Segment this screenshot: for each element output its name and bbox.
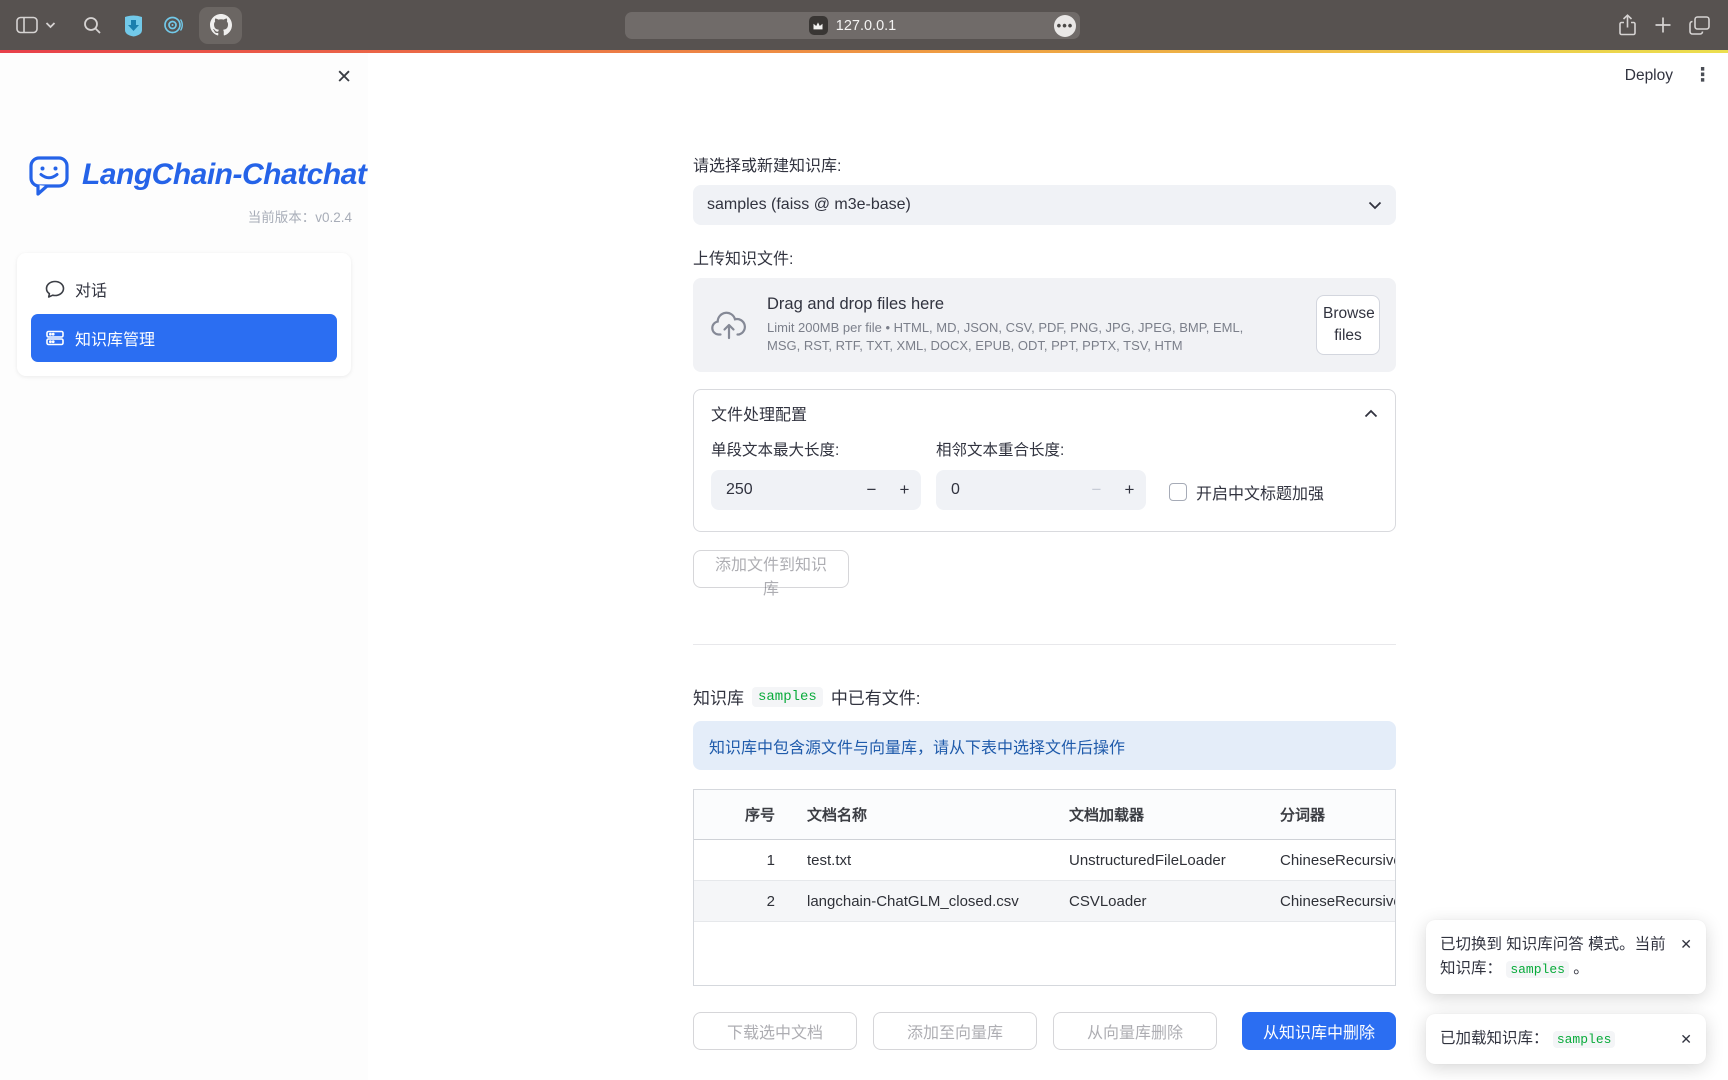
dropzone-limit-text: Limit 200MB per file • HTML, MD, JSON, C… <box>767 319 1272 354</box>
zh-title-enhance-label: 开启中文标题加强 <box>1196 480 1324 504</box>
files-table: 序号 文档名称 文档加载器 分词器 1 test.txt Unstructure… <box>693 789 1396 986</box>
download-selected-button[interactable]: 下载选中文档 <box>693 1012 857 1050</box>
sidebar-toggle-icon[interactable] <box>16 16 38 34</box>
cell-splitter: ChineseRecursiveText <box>1264 852 1395 869</box>
overlap-size-value: 0 <box>936 481 1080 499</box>
site-favicon-icon <box>809 16 828 35</box>
chunk-plus-button[interactable]: + <box>888 480 921 500</box>
zh-title-enhance-checkbox[interactable] <box>1169 483 1187 501</box>
pinned-tab-download-icon[interactable] <box>123 14 144 37</box>
expander-title: 文件处理配置 <box>711 401 807 425</box>
add-to-vectorstore-button[interactable]: 添加至向量库 <box>873 1012 1037 1050</box>
chunk-size-label: 单段文本最大长度: <box>711 438 921 460</box>
cell-splitter: ChineseRecursiveText <box>1264 893 1395 910</box>
sidebar-item-dialogue[interactable]: 对话 <box>31 267 337 311</box>
github-pinned-tab[interactable] <box>199 7 242 44</box>
chat-bubble-icon <box>45 279 65 299</box>
sidebar-close-icon[interactable]: ✕ <box>336 68 352 87</box>
cell-docname: test.txt <box>791 852 1053 869</box>
table-row[interactable]: 1 test.txt UnstructuredFileLoader Chines… <box>694 840 1395 881</box>
search-icon[interactable] <box>83 16 102 35</box>
info-banner: 知识库中包含源文件与向量库，请从下表中选择文件后操作 <box>693 721 1396 770</box>
chunk-minus-button[interactable]: − <box>855 480 888 500</box>
cell-index: 1 <box>694 852 791 869</box>
url-text: 127.0.0.1 <box>836 18 896 34</box>
kb-select-value: samples (faiss @ m3e-base) <box>707 196 911 214</box>
toast-text: 已加载知识库： <box>1440 1030 1549 1047</box>
toast-text-suffix: 。 <box>1573 960 1589 977</box>
browser-toolbar: 127.0.0.1 ••• <box>0 0 1728 50</box>
col-header-splitter[interactable]: 分词器 <box>1264 804 1395 825</box>
select-chevron-down-icon <box>1368 201 1382 210</box>
dropzone-title: Drag and drop files here <box>767 295 1316 314</box>
overlap-plus-button[interactable]: + <box>1113 480 1146 500</box>
toast-close-icon[interactable]: ✕ <box>1680 1028 1692 1050</box>
sidebar: ✕ LangChain-Chatchat 当前版本：v0.2.4 <box>0 53 368 1080</box>
table-header-row: 序号 文档名称 文档加载器 分词器 <box>694 790 1395 840</box>
file-dropzone[interactable]: Drag and drop files here Limit 200MB per… <box>693 278 1396 372</box>
cell-loader: CSVLoader <box>1053 893 1264 910</box>
address-bar[interactable]: 127.0.0.1 ••• <box>625 12 1080 39</box>
deploy-button[interactable]: Deploy <box>1625 67 1673 85</box>
files-heading: 知识库 samples 中已有文件: <box>693 684 1396 709</box>
kb-name-chip: samples <box>752 687 823 707</box>
table-row[interactable]: 2 langchain-ChatGLM_closed.csv CSVLoader… <box>694 881 1395 922</box>
sidebar-nav: 对话 知识库管理 <box>17 253 351 376</box>
col-header-docname[interactable]: 文档名称 <box>791 804 1053 825</box>
database-icon <box>45 328 65 348</box>
pinned-tab-circles-icon[interactable] <box>163 14 185 36</box>
chunk-size-input[interactable]: 250 − + <box>711 470 921 510</box>
files-heading-prefix: 知识库 <box>693 684 744 709</box>
file-config-expander: 文件处理配置 单段文本最大长度: 250 − + <box>693 389 1396 532</box>
cloud-upload-icon <box>711 310 747 340</box>
toast-close-icon[interactable]: ✕ <box>1680 933 1692 981</box>
toast-kb-name-chip: samples <box>1553 1031 1616 1048</box>
expander-header[interactable]: 文件处理配置 <box>694 390 1395 436</box>
overlap-minus-button[interactable]: − <box>1080 480 1113 500</box>
toast-mode-switched: 已切换到 知识库问答 模式。当前知识库： samples 。 ✕ <box>1426 920 1706 994</box>
chunk-size-value: 250 <box>711 481 855 499</box>
logo-text: LangChain-Chatchat <box>82 158 366 192</box>
files-heading-suffix: 中已有文件: <box>831 684 921 709</box>
new-tab-icon[interactable] <box>1654 16 1672 34</box>
toast-kb-loaded: 已加载知识库： samples ✕ <box>1426 1014 1706 1064</box>
upload-label: 上传知识文件: <box>693 245 1396 269</box>
sidebar-item-knowledge-base[interactable]: 知识库管理 <box>31 314 337 362</box>
cell-loader: UnstructuredFileLoader <box>1053 852 1264 869</box>
delete-from-vectorstore-button[interactable]: 从向量库删除 <box>1053 1012 1217 1050</box>
github-icon <box>210 14 232 36</box>
sidebar-item-label: 对话 <box>75 277 107 301</box>
cell-docname: langchain-ChatGLM_closed.csv <box>791 893 1053 910</box>
cell-index: 2 <box>694 893 791 910</box>
toast-kb-name-chip: samples <box>1506 961 1569 978</box>
main-menu-kebab-icon[interactable]: ⋮ <box>1693 64 1712 87</box>
overlap-size-label: 相邻文本重合长度: <box>936 438 1146 460</box>
col-header-index[interactable]: 序号 <box>694 804 791 825</box>
sidebar-item-label: 知识库管理 <box>75 326 155 350</box>
add-files-button[interactable]: 添加文件到知识库 <box>693 550 849 588</box>
divider <box>693 644 1396 645</box>
app-logo: LangChain-Chatchat <box>28 153 368 197</box>
logo-chat-icon <box>28 153 70 197</box>
col-header-loader[interactable]: 文档加载器 <box>1053 804 1264 825</box>
version-label: 当前版本：v0.2.4 <box>0 206 368 226</box>
delete-from-kb-button[interactable]: 从知识库中删除 <box>1242 1012 1396 1050</box>
overlap-size-input[interactable]: 0 − + <box>936 470 1146 510</box>
kb-select[interactable]: samples (faiss @ m3e-base) <box>693 185 1396 225</box>
browse-files-button[interactable]: Browse files <box>1316 295 1380 354</box>
page-more-options-icon[interactable]: ••• <box>1054 15 1076 37</box>
tabs-overview-icon[interactable] <box>1689 16 1710 35</box>
kb-select-label: 请选择或新建知识库: <box>693 152 1396 176</box>
chevron-up-icon <box>1364 409 1378 418</box>
share-icon[interactable] <box>1618 14 1637 36</box>
chevron-down-icon[interactable] <box>45 21 56 29</box>
